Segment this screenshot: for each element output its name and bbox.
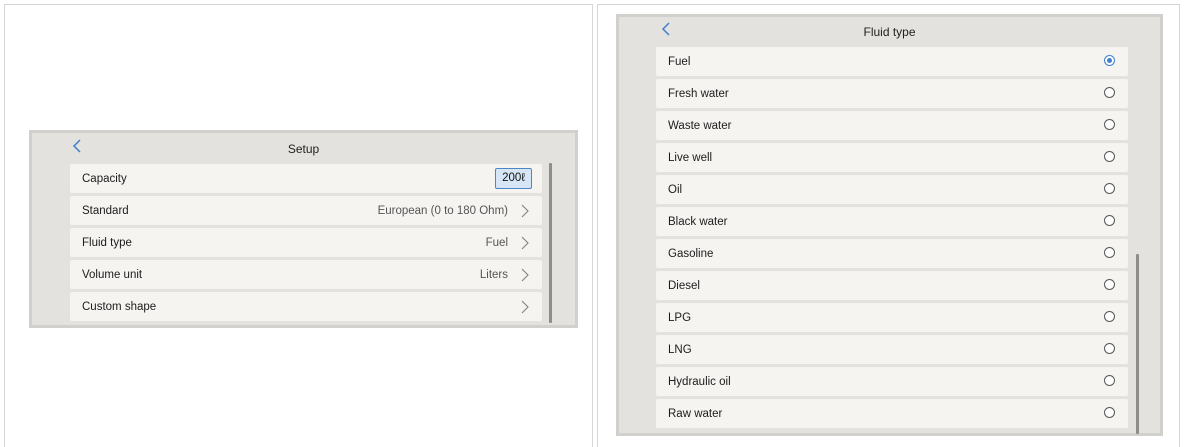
fluid-option-label: LPG <box>668 311 692 324</box>
fluid-type-header: Fluid type <box>619 17 1160 47</box>
radio-icon[interactable] <box>1104 55 1115 66</box>
fluid-option-fresh-water[interactable]: Fresh water <box>656 79 1128 108</box>
fluid-type-scrollbar[interactable] <box>1136 254 1139 434</box>
fluid-option-lpg[interactable]: LPG <box>656 303 1128 332</box>
fluid-type-panel: Fluid type Fuel Fresh water Waste water Liv… <box>616 14 1163 436</box>
fluid-option-black-water[interactable]: Black water <box>656 207 1128 236</box>
page-title: Setup <box>287 142 320 156</box>
standard-label: Standard <box>82 204 129 217</box>
fluid-option-diesel[interactable]: Diesel <box>656 271 1128 300</box>
fluid-option-label: Diesel <box>668 279 700 292</box>
radio-icon[interactable] <box>1104 87 1115 98</box>
fluid-option-label: Waste water <box>668 119 732 132</box>
fluid-option-raw-water[interactable]: Raw water <box>656 399 1128 428</box>
fluid-type-value: Fuel <box>485 236 508 249</box>
chevron-right-icon <box>521 204 529 218</box>
radio-icon[interactable] <box>1104 247 1115 258</box>
setup-header: Setup <box>32 133 575 163</box>
radio-icon[interactable] <box>1104 311 1115 322</box>
radio-icon[interactable] <box>1104 183 1115 194</box>
volume-unit-row[interactable]: Volume unit Liters <box>70 260 542 289</box>
fluid-type-row[interactable]: Fluid type Fuel <box>70 228 542 257</box>
fluid-option-label: Hydraulic oil <box>668 375 731 388</box>
radio-icon[interactable] <box>1104 407 1115 418</box>
fluid-option-label: Fuel <box>668 55 691 68</box>
radio-icon[interactable] <box>1104 119 1115 130</box>
fluid-option-label: Fresh water <box>668 87 729 100</box>
radio-icon[interactable] <box>1104 151 1115 162</box>
fluid-option-fuel[interactable]: Fuel <box>656 47 1128 76</box>
custom-shape-row[interactable]: Custom shape <box>70 292 542 321</box>
volume-unit-value: Liters <box>479 268 508 281</box>
capacity-row[interactable]: Capacity 200ℓ <box>70 164 542 193</box>
fluid-option-label: Live well <box>668 151 713 164</box>
fluid-option-gasoline[interactable]: Gasoline <box>656 239 1128 268</box>
page-title: Fluid type <box>863 25 916 39</box>
fluid-option-lng[interactable]: LNG <box>656 335 1128 364</box>
standard-value: European (0 to 180 Ohm) <box>377 204 508 217</box>
setup-list: Capacity 200ℓ Standard European (0 to 18… <box>70 164 542 324</box>
fluid-option-hydraulic-oil[interactable]: Hydraulic oil <box>656 367 1128 396</box>
standard-row[interactable]: Standard European (0 to 180 Ohm) <box>70 196 542 225</box>
fluid-option-label: Oil <box>668 183 683 196</box>
setup-scrollbar[interactable] <box>549 163 552 323</box>
setup-panel: Setup Capacity 200ℓ Standard European (0… <box>29 130 578 328</box>
right-screenshot-frame: Fluid type Fuel Fresh water Waste water Liv… <box>597 4 1180 447</box>
fluid-option-waste-water[interactable]: Waste water <box>656 111 1128 140</box>
capacity-input[interactable]: 200ℓ <box>495 168 532 189</box>
fluid-type-label: Fluid type <box>82 236 132 249</box>
fluid-option-label: Raw water <box>668 407 723 420</box>
left-screenshot-frame: Setup Capacity 200ℓ Standard European (0… <box>4 4 593 447</box>
chevron-right-icon <box>521 268 529 282</box>
fluid-option-label: Gasoline <box>668 247 714 260</box>
custom-shape-label: Custom shape <box>82 300 157 313</box>
radio-icon[interactable] <box>1104 343 1115 354</box>
chevron-right-icon <box>521 236 529 250</box>
fluid-option-live-well[interactable]: Live well <box>656 143 1128 172</box>
volume-unit-label: Volume unit <box>82 268 143 281</box>
chevron-right-icon <box>521 300 529 314</box>
radio-icon[interactable] <box>1104 215 1115 226</box>
capacity-label: Capacity <box>82 172 127 185</box>
radio-icon[interactable] <box>1104 279 1115 290</box>
fluid-option-label: LNG <box>668 343 692 356</box>
fluid-type-list: Fuel Fresh water Waste water Live well Oil Bl… <box>656 47 1128 431</box>
fluid-option-label: Black water <box>668 215 728 228</box>
fluid-option-oil[interactable]: Oil <box>656 175 1128 204</box>
radio-icon[interactable] <box>1104 375 1115 386</box>
